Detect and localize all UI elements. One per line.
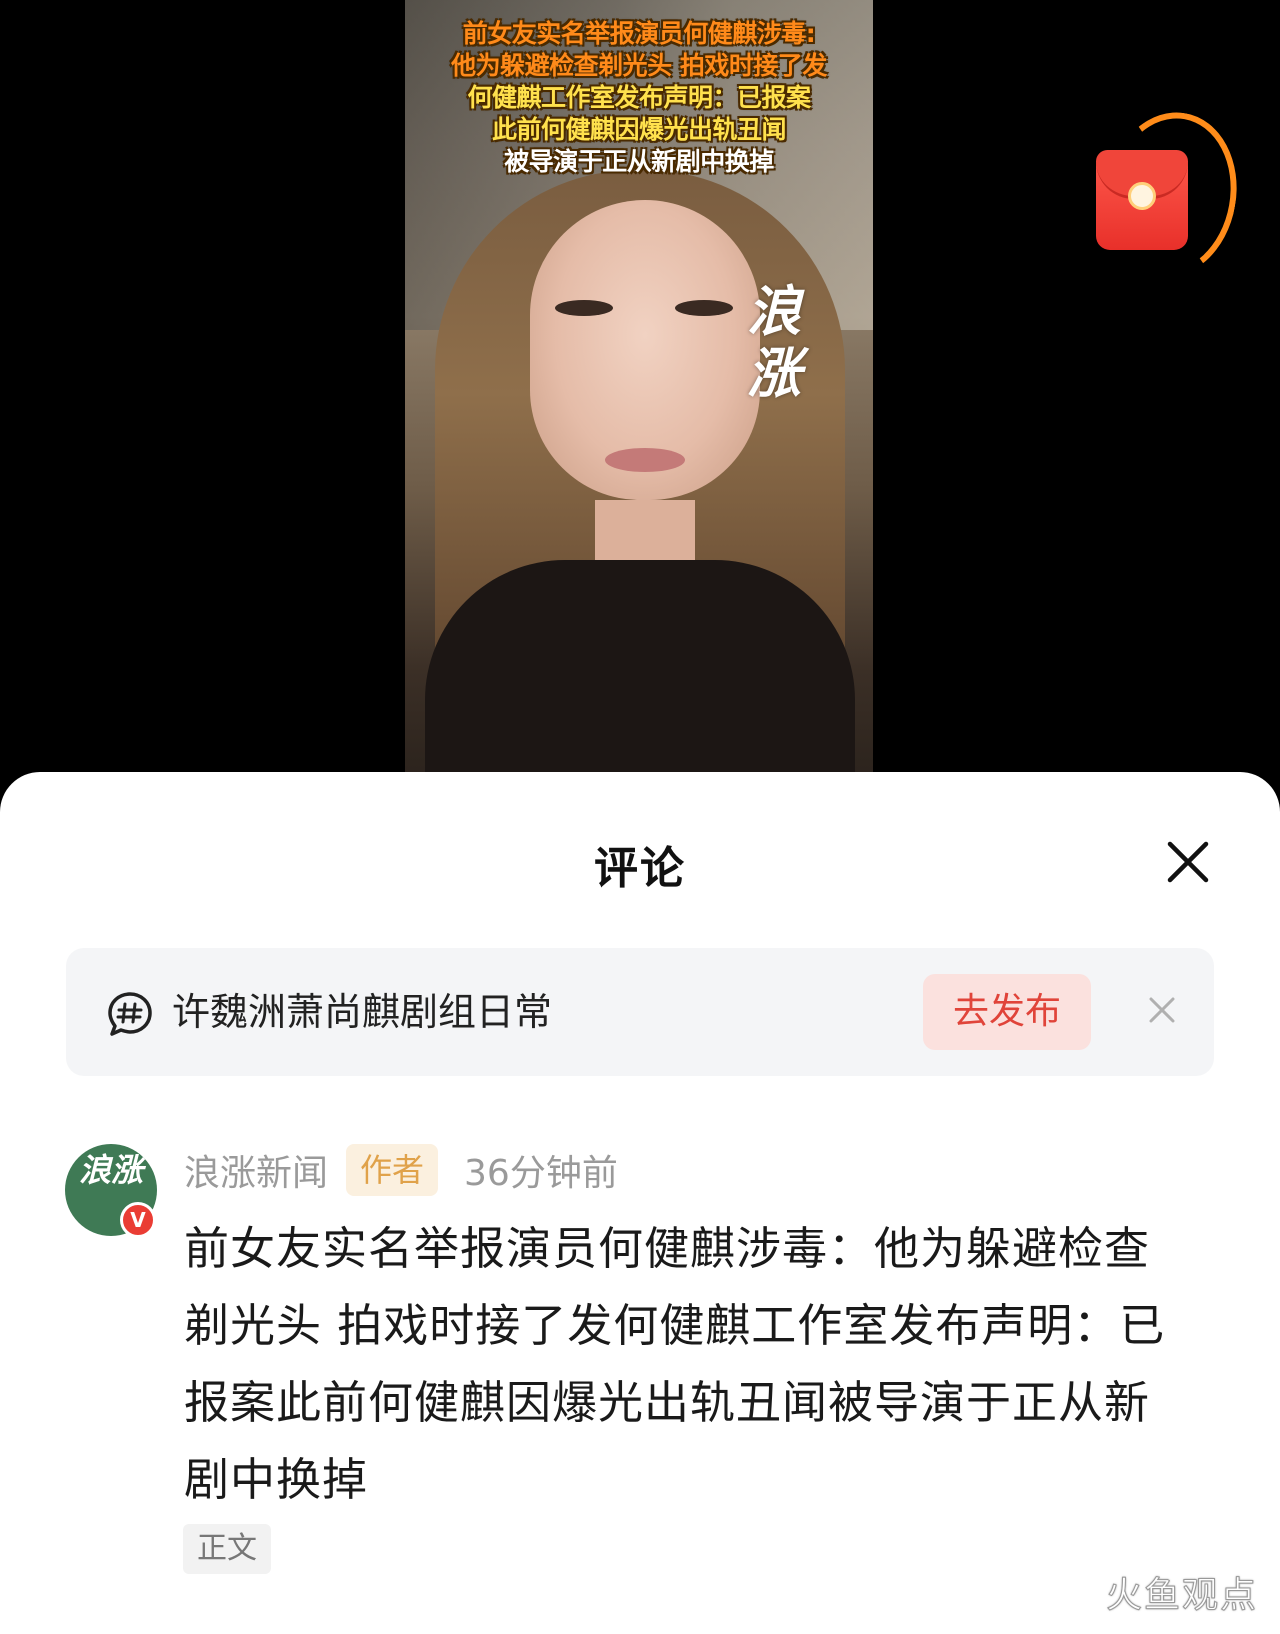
caption-line: 何健麒工作室发布声明：已报案 [467,83,811,112]
publish-button[interactable]: 去发布 [923,974,1091,1050]
comment-meta: 浪涨新闻 作者 36分钟前 [184,1142,618,1198]
video-logo-watermark: 浪涨 [747,279,801,405]
topic-hashtag-icon [106,990,154,1038]
topic-suggestion-bar[interactable]: 许魏洲萧尚麒剧组日常 去发布 [66,948,1214,1076]
topic-text[interactable]: 许魏洲萧尚麒剧组日常 [172,984,552,1040]
red-envelope-icon[interactable] [1090,101,1250,289]
video-caption: 前女友实名举报演员何健麒涉毒: 他为躲避检查剃光头 拍戏时接了发 何健麒工作室发… [405,18,873,178]
comment-text[interactable]: 前女友实名举报演员何健麒涉毒：他为躲避检查剃光头 拍戏时接了发何健麒工作室发布声… [184,1210,1184,1518]
panel-title: 评论 [594,843,686,894]
verified-icon: V [120,1202,156,1238]
red-envelope-seal [1128,182,1156,210]
author-badge: 作者 [346,1144,439,1196]
page-watermark: 火鱼观点 [1105,1575,1258,1617]
close-icon[interactable] [1164,838,1212,886]
author-name[interactable]: 浪涨新闻 [184,1144,328,1196]
video-area[interactable]: 前女友实名举报演员何健麒涉毒: 他为躲避检查剃光头 拍戏时接了发 何健麒工作室发… [0,0,1280,790]
video-player[interactable]: 前女友实名举报演员何健麒涉毒: 他为躲避检查剃光头 拍戏时接了发 何健麒工作室发… [405,0,873,790]
video-figure-shirt [425,560,855,790]
comment-timestamp: 36分钟前 [464,1153,618,1194]
avatar-logo-text: 浪涨 [79,1151,144,1189]
caption-line: 他为躲避检查剃光头 拍戏时接了发 [451,51,827,80]
video-figure-eye [555,300,613,316]
comment-tag[interactable]: 正文 [183,1524,271,1574]
video-figure-lips [605,448,685,472]
video-figure-eye [675,300,733,316]
caption-line: 前女友实名举报演员何健麒涉毒: [462,19,816,48]
comments-panel: 评论 许魏洲萧尚麒剧组日常 去发布 浪涨 V 浪涨新闻 作者 36分钟前 前女友… [0,772,1280,1634]
close-icon[interactable] [1146,994,1178,1026]
caption-line: 此前何健麒因爆光出轨丑闻 [491,115,787,144]
caption-line: 被导演于正从新剧中换掉 [504,147,774,176]
